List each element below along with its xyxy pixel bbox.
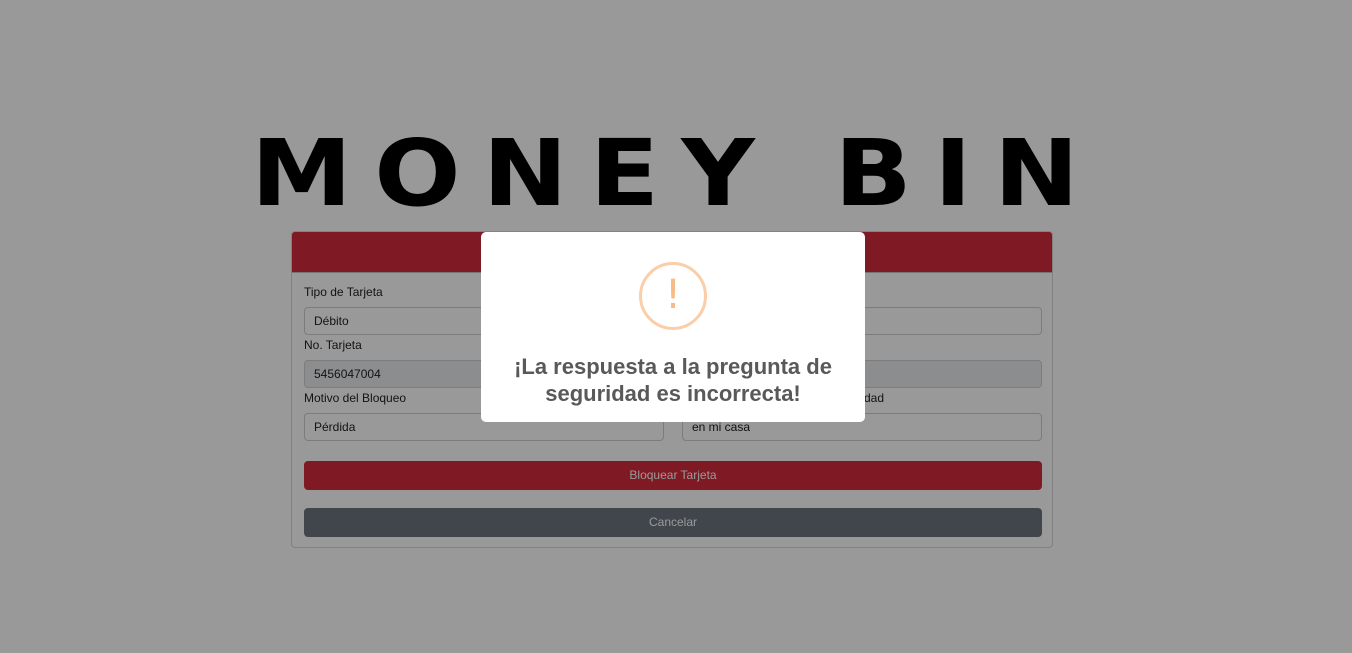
exclamation-glyph: ! (664, 272, 682, 318)
alert-message: ¡La respuesta a la pregunta de seguridad… (514, 354, 832, 406)
warning-icon: ! (639, 262, 707, 330)
alert-modal: ! ¡La respuesta a la pregunta de segurid… (481, 232, 865, 422)
